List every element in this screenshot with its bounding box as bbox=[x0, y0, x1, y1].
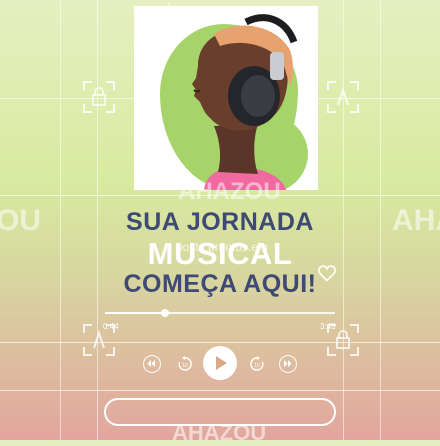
progress-knob[interactable] bbox=[160, 309, 169, 317]
bottom-input-pill[interactable] bbox=[104, 398, 336, 426]
fast-forward-icon bbox=[284, 360, 292, 367]
forward-10-icon: 10 bbox=[250, 356, 264, 371]
replay-10-button[interactable]: 10 bbox=[176, 355, 194, 373]
rewind-icon bbox=[147, 360, 155, 367]
play-button[interactable] bbox=[203, 346, 237, 380]
fast-forward-button[interactable] bbox=[279, 355, 297, 373]
artist-photo bbox=[134, 6, 318, 190]
total-duration: 3:45 bbox=[320, 322, 336, 331]
replay-10-icon: 10 bbox=[178, 356, 192, 371]
progress-fill bbox=[105, 312, 165, 314]
heart-icon[interactable] bbox=[317, 263, 337, 283]
person-with-headphones-image bbox=[192, 14, 298, 190]
headline-line-3: COMEÇA AQUI! bbox=[123, 270, 317, 298]
forward-10-button[interactable]: 10 bbox=[248, 355, 266, 373]
watermark-url: posts.prontos.em bbox=[176, 240, 269, 254]
watermark-logo-icon bbox=[326, 80, 360, 114]
elapsed-time: 0:44 bbox=[103, 322, 119, 331]
rewind-button[interactable] bbox=[143, 355, 161, 373]
grid-line bbox=[0, 390, 440, 391]
progress-bar[interactable] bbox=[105, 309, 335, 317]
svg-text:10: 10 bbox=[254, 363, 260, 369]
play-icon bbox=[216, 356, 227, 370]
headline-line-1: SUA JORNADA bbox=[126, 208, 314, 236]
watermark-lock-icon bbox=[82, 80, 116, 114]
watermark-center: AHAZOU bbox=[178, 178, 281, 205]
grid-line bbox=[0, 342, 440, 343]
svg-text:10: 10 bbox=[182, 363, 188, 369]
